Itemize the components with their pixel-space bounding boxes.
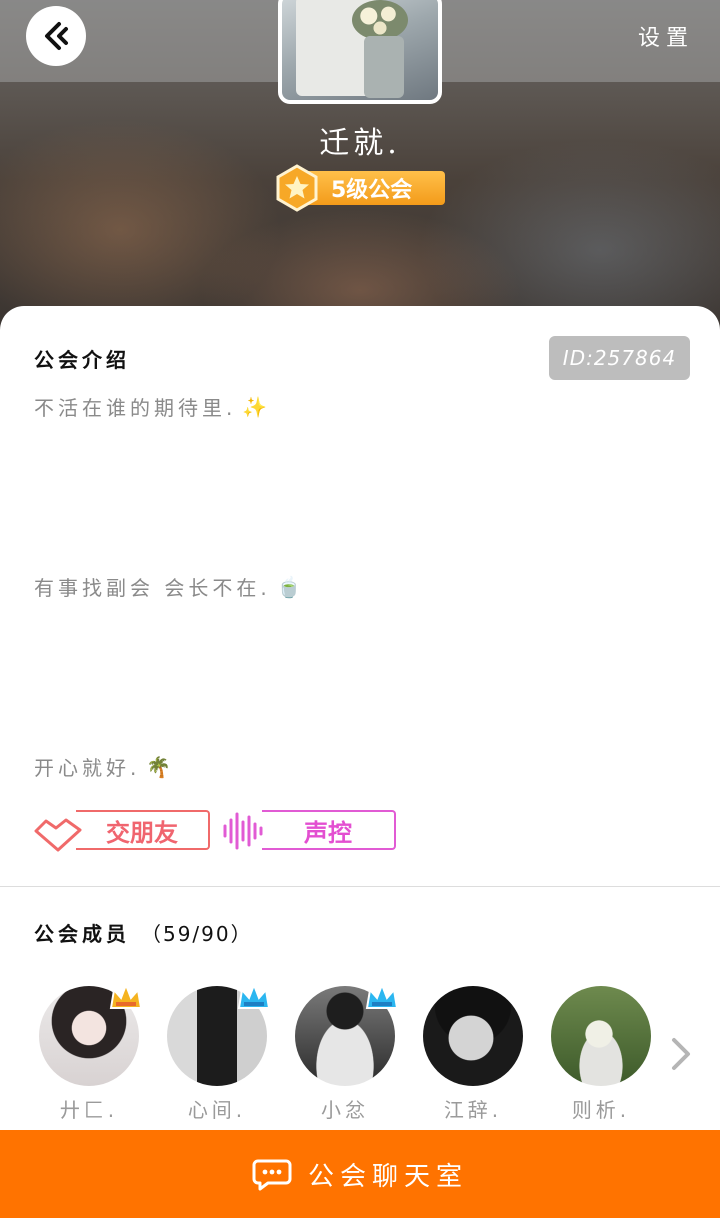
chevron-right-icon[interactable]: [666, 1034, 696, 1074]
tag-label: 交朋友: [76, 810, 210, 850]
member-name: 则析.: [571, 1098, 631, 1122]
guild-id-badge: ID:257864: [549, 336, 690, 380]
member-name: 小忿: [321, 1098, 369, 1122]
level-label: 5级公会: [331, 178, 413, 203]
intro-line-text: 开心就好.: [34, 756, 141, 780]
member-name: 心间.: [187, 1098, 247, 1122]
settings-button[interactable]: 设置: [638, 20, 694, 52]
cover-photo-bouquet: [364, 36, 404, 98]
member-list: 廾匚. 心间. 小忿 江辞. 则析.: [34, 982, 714, 1126]
guild-chat-label: 公会聊天室: [307, 1161, 468, 1192]
intro-line-text: 有事找副会 会长不在.: [34, 576, 271, 600]
member-item[interactable]: 小忿: [290, 982, 400, 1123]
guild-level-badge: 5级公会: [275, 164, 445, 212]
palm-tree-icon: 🌴: [146, 754, 176, 779]
member-name: 江辞.: [443, 1098, 503, 1122]
crown-icon: [365, 982, 399, 1009]
back-arrow-icon: [45, 22, 68, 50]
intro-line: 开心就好. 🌴: [34, 752, 175, 781]
intro-title: 公会介绍: [34, 348, 130, 372]
guild-header: 设置 迁就. 5级公会: [0, 0, 720, 330]
intro-line: 有事找副会 会长不在. 🍵: [34, 572, 306, 601]
member-name: 廾匚.: [59, 1098, 119, 1122]
members-title: 公会成员 （59/90）: [34, 918, 253, 947]
members-title-label: 公会成员: [34, 922, 130, 946]
chat-bubble-icon: [252, 1159, 292, 1191]
tag-make-friends: 交朋友: [32, 810, 212, 852]
member-item[interactable]: 则析.: [546, 986, 656, 1123]
section-divider: [0, 886, 720, 887]
sparkle-icon: ✨: [242, 394, 272, 419]
guild-cover-image[interactable]: [278, 0, 442, 104]
member-item[interactable]: 廾匚.: [34, 982, 144, 1123]
member-item[interactable]: 江辞.: [418, 986, 528, 1123]
tea-icon: 🍵: [276, 574, 306, 599]
tag-voice-control: 声控: [222, 810, 398, 852]
tag-label: 声控: [262, 810, 396, 850]
avatar: [551, 986, 651, 1086]
intro-line-text: 不活在谁的期待里.: [34, 396, 237, 420]
intro-line: 不活在谁的期待里. ✨: [34, 392, 271, 421]
crown-icon: [237, 982, 271, 1009]
crown-icon: [109, 982, 143, 1009]
cover-photo-flowers: [352, 0, 408, 40]
sound-wave-icon: [223, 812, 263, 850]
member-item[interactable]: 心间.: [162, 982, 272, 1123]
star-icon: [276, 164, 318, 212]
back-button[interactable]: [26, 6, 86, 66]
members-count: （59/90）: [140, 922, 253, 946]
guild-chat-button[interactable]: 公会聊天室: [0, 1130, 720, 1218]
guild-name: 迁就.: [319, 126, 401, 161]
avatar: [423, 986, 523, 1086]
